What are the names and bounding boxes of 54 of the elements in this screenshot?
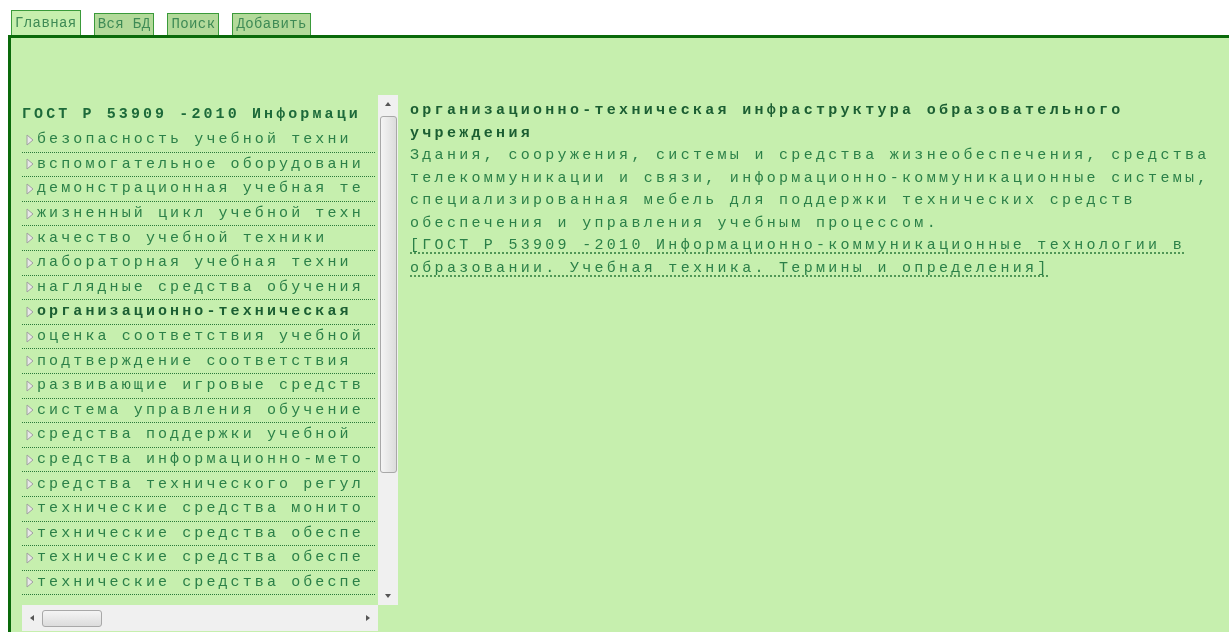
triangle-icon xyxy=(26,133,34,146)
list-heading: ГОСТ Р 53909 -2010 Информаци xyxy=(22,106,362,125)
term-link[interactable]: развивающие игровые средств xyxy=(37,377,364,395)
term-link[interactable]: лабораторная учебная техни xyxy=(37,254,352,272)
scroll-thumb[interactable] xyxy=(42,610,102,627)
triangle-icon xyxy=(26,183,34,195)
term-link[interactable]: демонстрационная учебная те xyxy=(37,180,364,198)
triangle-icon xyxy=(26,576,34,589)
definition-text: Здания, сооружения, системы и средства жизнеобеспечения, средства телекоммуникации и связи, информационно-коммуникационные системы, специализированная мебель для поддержки технических средств обеспечения и управления учебным процессом. xyxy=(410,146,1211,234)
triangle-icon xyxy=(26,478,34,491)
triangle-icon xyxy=(26,453,34,466)
triangle-icon xyxy=(26,502,34,515)
term-link[interactable]: средства поддержки учебной xyxy=(37,426,352,444)
scroll-right-icon[interactable] xyxy=(364,614,372,622)
tab[interactable]: Добавить xyxy=(232,13,311,35)
term-link[interactable]: средства технического регул xyxy=(37,475,364,493)
triangle-icon xyxy=(26,158,34,171)
scroll-down-icon[interactable] xyxy=(384,592,392,600)
term-link[interactable]: технические средства обеспе xyxy=(37,524,364,542)
triangle-icon xyxy=(26,404,34,417)
triangle-icon xyxy=(26,551,34,564)
vertical-scrollbar[interactable] xyxy=(378,95,398,605)
triangle-icon xyxy=(26,256,34,269)
triangle-icon xyxy=(26,355,34,368)
tab[interactable]: Вся БД xyxy=(93,13,155,35)
tab[interactable]: Поиск xyxy=(167,13,220,35)
scroll-left-icon[interactable] xyxy=(28,614,36,622)
source-link[interactable]: [ГОСТ Р 53909 -2010 Информационно-коммуникационные технологии в образовании. Учебная техника. Термины и определения] xyxy=(410,235,1227,280)
term-link[interactable]: средства информационно-мето xyxy=(37,451,364,468)
triangle-icon xyxy=(26,232,34,245)
term-link[interactable]: технические средства обеспе xyxy=(37,549,364,567)
horizontal-scrollbar[interactable] xyxy=(22,605,378,631)
triangle-icon xyxy=(26,379,34,392)
term-link[interactable]: жизненный цикл учебной техн xyxy=(37,205,364,223)
term-link[interactable]: технические средства обеспе xyxy=(37,574,364,591)
term-link[interactable]: качество учебной техники xyxy=(37,229,328,247)
term-link[interactable]: технические средства монито xyxy=(37,500,364,518)
scroll-thumb[interactable] xyxy=(380,116,397,473)
term-link[interactable]: подтверждение соответствия xyxy=(37,352,352,370)
term-link[interactable]: оценка соответствия учебной xyxy=(37,328,364,346)
term-link[interactable]: безопасность учебной техни xyxy=(37,131,352,149)
term-title: организационно-техническая инфраструктура образовательного учреждения xyxy=(410,101,1125,144)
term-link[interactable]: вспомогательное оборудовани xyxy=(37,155,364,173)
term-link[interactable]: наглядные средства обучения xyxy=(37,278,364,296)
triangle-icon xyxy=(26,281,34,294)
scroll-up-icon[interactable] xyxy=(384,100,392,108)
triangle-icon xyxy=(26,428,34,441)
triangle-icon xyxy=(26,207,34,220)
tab[interactable]: Главная xyxy=(11,10,81,35)
triangle-icon xyxy=(26,330,34,343)
triangle-icon xyxy=(26,305,34,318)
term-link[interactable]: система управления обучение xyxy=(37,401,364,419)
term-link[interactable]: организационно-техническая xyxy=(37,303,352,321)
triangle-icon xyxy=(26,527,34,540)
